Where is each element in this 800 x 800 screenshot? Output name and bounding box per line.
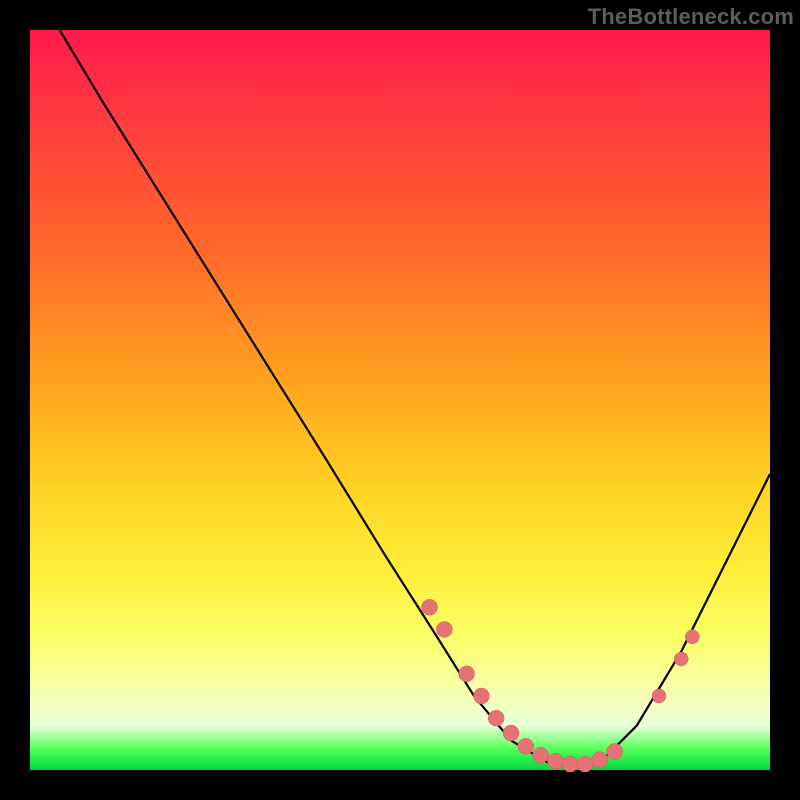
data-marker: [592, 752, 608, 768]
bottleneck-curve: [30, 30, 770, 770]
curve-line: [60, 30, 770, 766]
data-marker: [533, 747, 549, 763]
data-marker: [473, 688, 489, 704]
data-marker: [422, 599, 438, 615]
chart-frame: TheBottleneck.com: [0, 0, 800, 800]
watermark-text: TheBottleneck.com: [588, 4, 794, 30]
data-marker: [652, 689, 666, 703]
data-marker: [577, 756, 593, 772]
data-marker: [488, 710, 504, 726]
data-marker: [674, 652, 688, 666]
data-marker: [436, 621, 452, 637]
data-marker: [607, 744, 623, 760]
curve-markers-ascending: [652, 630, 699, 703]
data-marker: [503, 725, 519, 741]
data-marker: [459, 666, 475, 682]
curve-markers-descending: [422, 599, 623, 772]
data-marker: [685, 630, 699, 644]
plot-area: [30, 30, 770, 770]
data-marker: [547, 753, 563, 769]
data-marker: [562, 756, 578, 772]
data-marker: [518, 738, 534, 754]
